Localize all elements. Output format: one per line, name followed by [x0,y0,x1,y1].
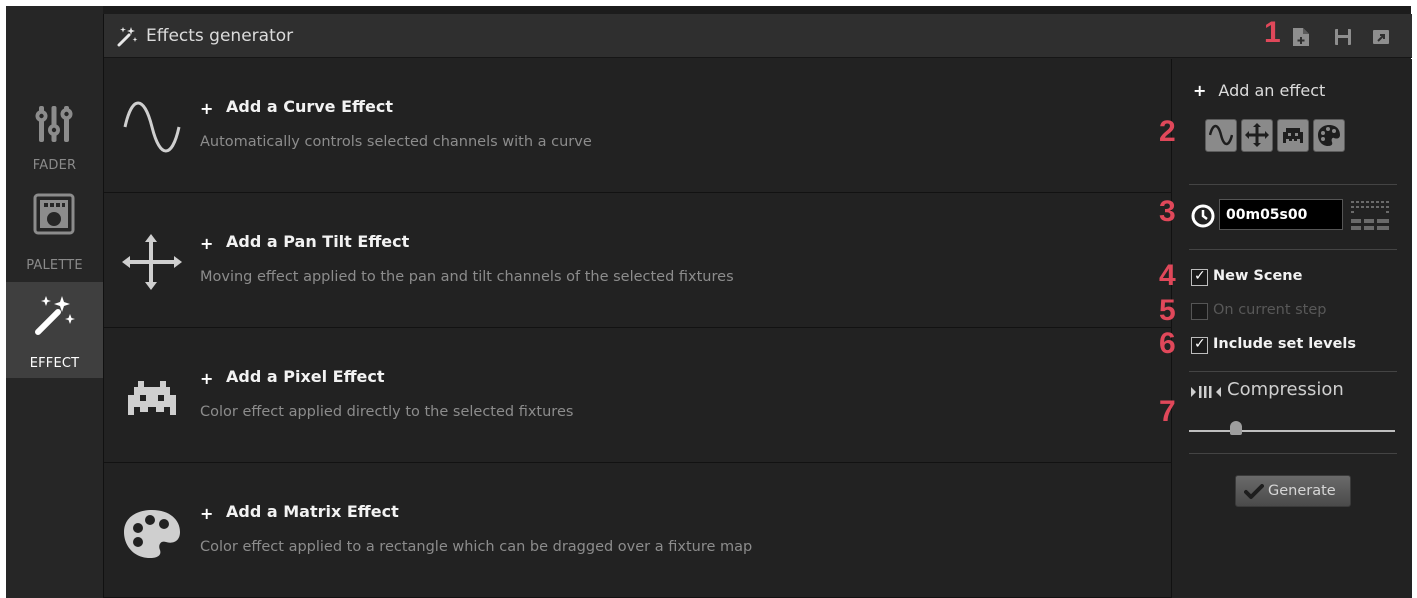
plus-icon: + [1193,81,1207,100]
callout-number: 1 [1264,16,1281,49]
effects-panel: Effects generator 1 + Add a Curve Effect… [103,14,1412,598]
plus-icon: + [200,369,214,388]
palette-icon [33,193,75,235]
sidebar-item-label: FADER [32,158,77,173]
checkbox-label: New Scene [1213,268,1303,284]
magic-wand-icon [35,296,75,335]
curve-type-button[interactable] [1205,119,1237,152]
checkbox-box[interactable] [1191,303,1208,320]
add-effect-label: Add an effect [1218,81,1326,100]
effect-list: + Add a Curve Effect Automatically contr… [104,59,1172,598]
new-scene-checkbox[interactable]: New Scene [1191,267,1391,289]
pan-tilt-icon [1245,123,1269,147]
compression-icon [1191,386,1221,398]
clock-icon [1191,204,1215,228]
effect-description: Color effect applied directly to the sel… [200,404,574,420]
callout-number: 7 [1159,395,1176,428]
effect-row-pan-tilt[interactable]: + Add a Pan Tilt Effect Moving effect ap… [104,194,1172,328]
panel-titlebar: Effects generator 1 [104,14,1412,58]
checkbox-box[interactable] [1191,268,1208,286]
generate-button[interactable]: Generate [1235,475,1351,507]
matrix-palette-icon [1318,125,1340,146]
effect-description: Moving effect applied to the pan and til… [200,269,734,285]
effect-description: Automatically controls selected channels… [200,134,592,150]
curve-icon [123,101,181,153]
generate-label: Generate [1268,483,1336,499]
callout-number: 2 [1159,115,1176,148]
compression-slider[interactable] [1189,430,1395,432]
callout-number: 5 [1159,294,1176,327]
effect-description: Color effect applied to a rectangle whic… [200,539,753,555]
sidebar-item-effect[interactable]: EFFECT [6,282,103,378]
separator [1189,371,1397,372]
curve-icon [1209,124,1233,146]
effect-name: Add a Curve Effect [226,97,393,116]
app-window: FADER PALETTE EFFECT Effects generator 1… [6,6,1412,598]
effect-options-panel: + Add an effect 2 3 00m05s00 4 ✓ New Sce… [1159,59,1412,598]
effect-name: Add a Matrix Effect [226,502,399,521]
checkbox-label: On current step [1213,302,1327,318]
checkmark-icon [1244,484,1264,499]
effect-row-curve[interactable]: + Add a Curve Effect Automatically contr… [104,59,1172,193]
include-set-levels-checkbox[interactable]: Include set levels [1191,335,1391,357]
panel-title: Effects generator [146,26,294,46]
separator [1189,184,1397,185]
plus-icon: + [200,234,214,253]
compression-label: Compression [1227,379,1344,400]
sidebar: FADER PALETTE EFFECT [6,6,103,598]
checkbox-box[interactable] [1191,336,1208,354]
callout-number: 4 [1159,259,1176,292]
callout-number: 6 [1159,327,1176,360]
sidebar-item-palette[interactable]: PALETTE [6,190,103,282]
pixel-type-button[interactable] [1277,119,1309,152]
callout-number: 3 [1159,195,1176,228]
add-effect-header: + Add an effect [1193,81,1325,100]
sidebar-item-label: PALETTE [26,258,83,273]
file-new-icon[interactable] [1292,27,1310,47]
separator [1189,453,1397,454]
effect-row-pixel[interactable]: + Add a Pixel Effect Color effect applie… [104,329,1172,463]
save-icon[interactable] [1334,27,1352,47]
compression-slider-handle[interactable] [1230,421,1243,435]
pixel-invader-icon [1283,128,1303,143]
pan-tilt-type-button[interactable] [1241,119,1273,152]
on-current-step-checkbox[interactable]: On current step [1191,301,1391,323]
pixel-invader-icon [128,381,176,415]
duration-input[interactable] [1219,199,1343,230]
plus-icon: + [200,504,214,523]
pan-tilt-icon [122,234,182,290]
effect-name: Add a Pixel Effect [226,367,385,386]
fader-icon [35,106,73,142]
checkbox-label: Include set levels [1213,336,1357,352]
matrix-type-button[interactable] [1313,119,1345,152]
matrix-palette-icon [124,510,180,558]
sidebar-item-fader[interactable]: FADER [6,94,103,186]
sidebar-item-label: EFFECT [29,356,80,371]
separator [1189,249,1397,250]
effect-row-matrix[interactable]: + Add a Matrix Effect Color effect appli… [104,464,1172,598]
effect-name: Add a Pan Tilt Effect [226,232,410,251]
keypad-icon[interactable] [1351,201,1389,231]
export-icon[interactable] [1372,27,1390,47]
plus-icon: + [200,99,214,118]
magic-wand-icon [117,27,138,47]
